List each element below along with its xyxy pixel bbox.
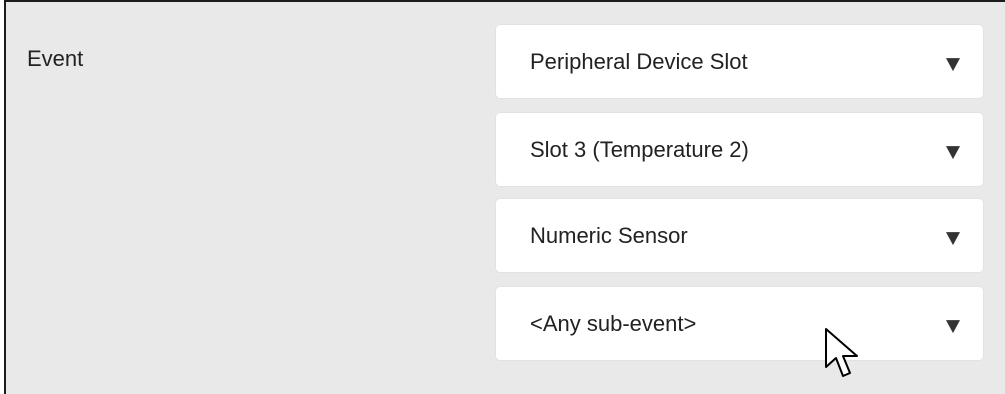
- peripheral-device-slot-select[interactable]: Peripheral Device Slot: [496, 25, 983, 98]
- event-label: Event: [27, 46, 84, 71]
- chevron-down-icon: [946, 231, 960, 245]
- select-value: Peripheral Device Slot: [530, 48, 748, 74]
- sensor-type-select[interactable]: Numeric Sensor: [496, 199, 983, 272]
- chevron-down-icon: [946, 57, 960, 71]
- slot-select[interactable]: Slot 3 (Temperature 2): [496, 113, 983, 186]
- chevron-down-icon: [946, 145, 960, 159]
- sub-event-select[interactable]: <Any sub-event>: [496, 287, 983, 360]
- chevron-down-icon: [946, 319, 960, 333]
- mouse-pointer-icon: [825, 328, 858, 377]
- select-value: <Any sub-event>: [530, 310, 697, 336]
- select-value: Slot 3 (Temperature 2): [530, 136, 749, 162]
- select-value: Numeric Sensor: [530, 222, 688, 248]
